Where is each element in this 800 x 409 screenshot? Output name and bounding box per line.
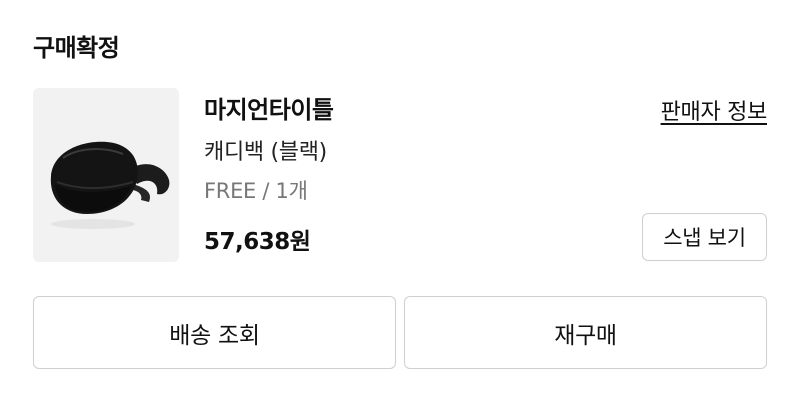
product-image-bag: [33, 88, 179, 262]
delivery-lookup-button[interactable]: 배송 조회: [33, 296, 396, 369]
seller-info-link[interactable]: 판매자 정보: [661, 94, 768, 126]
product-option: FREE / 1개: [204, 179, 308, 203]
product-brand[interactable]: 마지언타이틀: [204, 90, 334, 125]
order-status-title: 구매확정: [33, 34, 120, 62]
reorder-button[interactable]: 재구매: [404, 296, 767, 369]
product-price: 57,638원: [204, 229, 311, 255]
product-name[interactable]: 캐디백 (블랙): [204, 134, 327, 166]
order-card: 구매확정 마지언타이틀 캐디백 (블랙) FREE / 1개 57,638원 판…: [0, 0, 800, 409]
snap-view-button[interactable]: 스냅 보기: [642, 213, 767, 261]
product-thumbnail[interactable]: [33, 88, 179, 262]
